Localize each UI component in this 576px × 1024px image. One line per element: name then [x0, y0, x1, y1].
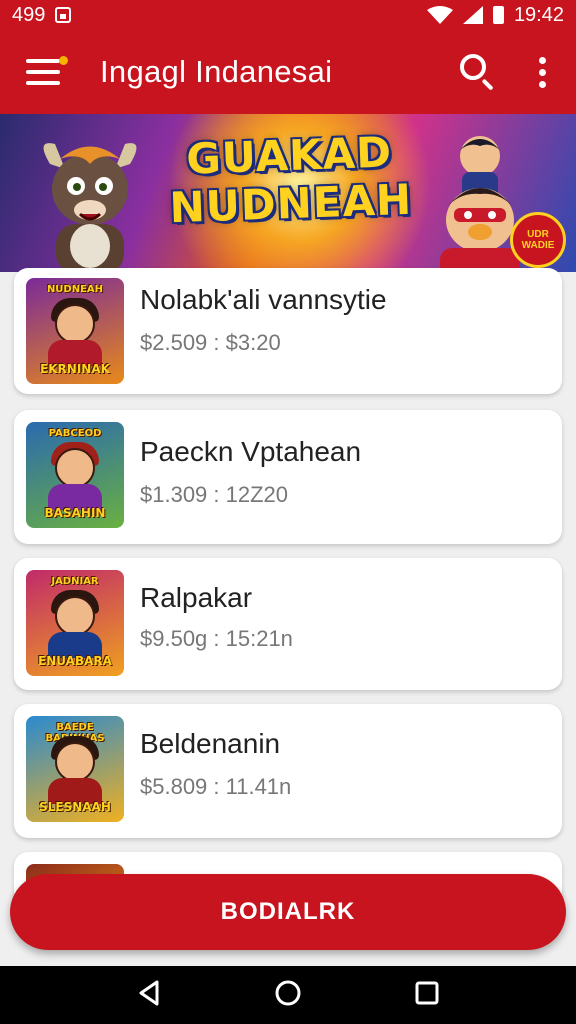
- item-thumbnail: NUDNEAH EKRNINAK: [26, 278, 124, 384]
- thumbnail-caption-top: JADNIAR: [51, 576, 99, 587]
- back-icon: [139, 980, 159, 1005]
- thumbnail-face: [55, 596, 95, 636]
- notification-icon: [55, 7, 72, 23]
- thumbnail-face: [55, 304, 95, 344]
- banner-title-line2: NUDNEAH: [168, 174, 413, 233]
- item-price: $5.809 : 11.41n: [140, 774, 292, 799]
- status-bar: 499 19:42: [0, 0, 576, 30]
- recents-button[interactable]: [415, 981, 439, 1010]
- banner-title: GUAKAD NUDNEAH: [148, 127, 431, 233]
- app-title: Ingagl Indanesai: [100, 54, 333, 89]
- character-illustration-left: [43, 143, 137, 272]
- system-nav-bar: [0, 966, 576, 1024]
- thumbnail-caption-top: NUDNEAH: [46, 284, 104, 295]
- back-button[interactable]: [137, 980, 161, 1011]
- menu-icon: [26, 59, 60, 63]
- thumbnail-caption-bottom: ENUABARA: [38, 654, 112, 668]
- thumbnail-caption-bottom: EKRNINAK: [40, 362, 110, 376]
- list-item[interactable]: PABCEOD BASAHIN Paeckn Vptahean $1.309 :…: [14, 410, 562, 544]
- item-thumbnail: PABCEOD BASAHIN: [26, 422, 124, 528]
- battery-icon: [492, 6, 504, 24]
- recents-icon: [415, 981, 439, 1004]
- thumbnail-caption-top: PABCEOD: [48, 428, 102, 439]
- home-icon: [275, 980, 301, 1005]
- list-item[interactable]: BAEDE BADINHAS SLESNAAH Beldenanin $5.80…: [14, 704, 562, 838]
- app-bar: Ingagl Indanesai: [0, 30, 576, 114]
- item-title: Nolabk'ali vannsytie: [140, 284, 387, 315]
- thumbnail-face: [55, 448, 95, 488]
- list-item[interactable]: NUDNEAH EKRNINAK Nolabk'ali vannsytie $2…: [14, 268, 562, 394]
- more-vert-icon: [538, 56, 546, 64]
- search-button[interactable]: [452, 46, 504, 98]
- home-button[interactable]: [274, 979, 302, 1012]
- menu-button[interactable]: [16, 44, 72, 100]
- item-price: $1.309 : 12Z20: [140, 482, 289, 507]
- search-icon: [460, 54, 486, 80]
- item-thumbnail: JADNIAR ENUABARA: [26, 570, 124, 676]
- thumbnail-face: [55, 742, 95, 782]
- item-price: $2.509 : $3:20: [140, 330, 281, 355]
- signal-icon: [462, 6, 483, 24]
- search-icon-handle: [481, 78, 494, 91]
- status-clock: 19:42: [513, 3, 564, 26]
- item-title: Beldenanin: [140, 728, 281, 759]
- menu-icon-line: [26, 81, 60, 85]
- item-title: Ralpakar: [140, 582, 253, 613]
- item-thumbnail: BAEDE BADINHAS SLESNAAH: [26, 716, 124, 822]
- banner-badge: UDR WADIE: [510, 212, 566, 268]
- primary-action-button[interactable]: BODIALRK: [10, 874, 566, 950]
- item-title: Paeckn Vptahean: [140, 436, 362, 467]
- menu-icon-line: [26, 70, 60, 74]
- list-item[interactable]: JADNIAR ENUABARA Ralpakar $9.50g : 15:21…: [14, 558, 562, 690]
- status-time: 499: [12, 3, 46, 26]
- thumbnail-caption-bottom: SLESNAAH: [39, 800, 111, 814]
- more-options-button[interactable]: [522, 46, 562, 98]
- item-price: $9.50g : 15:21n: [140, 626, 293, 651]
- thumbnail-caption-bottom: BASAHIN: [44, 506, 106, 520]
- more-vert-icon-dot: [538, 80, 546, 88]
- notification-dot: [59, 56, 68, 65]
- wifi-icon: [426, 6, 453, 24]
- more-vert-icon-dot: [538, 68, 546, 76]
- promo-banner[interactable]: GUAKAD NUDNEAH UDR WADIE: [0, 114, 576, 272]
